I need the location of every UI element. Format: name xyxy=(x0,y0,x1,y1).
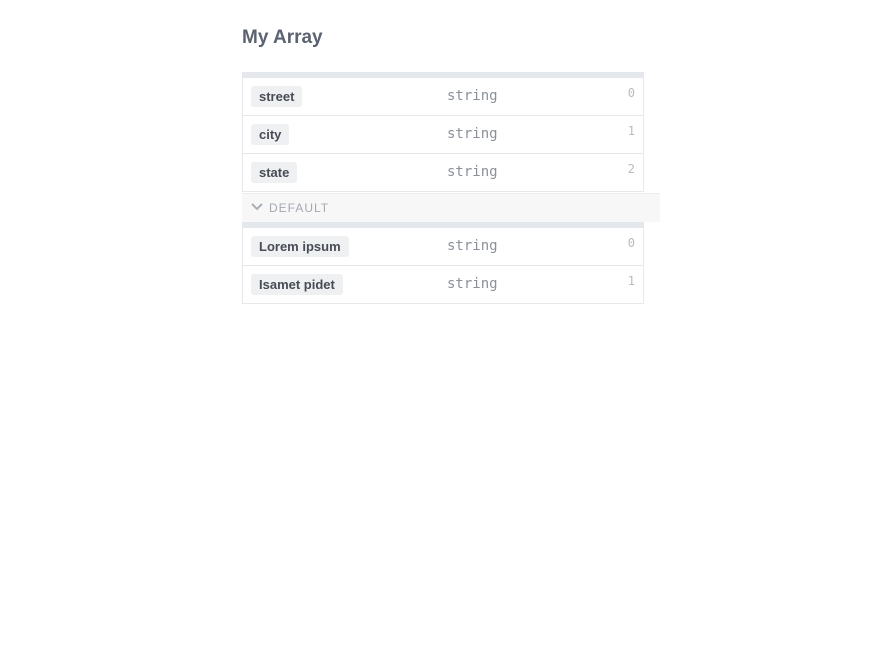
field-name-tag: Isamet pidet xyxy=(251,274,343,295)
field-type: string xyxy=(447,276,498,292)
array-group: street string 0 city string 1 state stri… xyxy=(242,72,644,192)
field-index: 0 xyxy=(627,236,635,250)
default-section-label: DEFAULT xyxy=(269,201,330,215)
field-type: string xyxy=(447,164,498,180)
field-index: 1 xyxy=(627,274,635,288)
field-type: string xyxy=(447,126,498,142)
table-row[interactable]: Lorem ipsum string 0 xyxy=(242,228,644,266)
field-name-tag: street xyxy=(251,86,303,107)
field-index: 1 xyxy=(627,124,635,138)
default-section-toggle[interactable]: DEFAULT xyxy=(242,193,660,222)
field-name-tag: Lorem ipsum xyxy=(251,236,349,257)
page-title: My Array xyxy=(242,27,323,48)
array-group: Lorem ipsum string 0 Isamet pidet string… xyxy=(242,222,644,304)
field-name-tag: city xyxy=(251,124,290,145)
table-row[interactable]: Isamet pidet string 1 xyxy=(242,266,644,304)
table-row[interactable]: city string 1 xyxy=(242,116,644,154)
field-index: 2 xyxy=(627,162,635,176)
field-name-tag: state xyxy=(251,162,298,183)
field-index: 0 xyxy=(627,86,635,100)
field-type: string xyxy=(447,88,498,104)
table-row[interactable]: street string 0 xyxy=(242,78,644,116)
chevron-down-icon xyxy=(251,200,263,215)
table-row[interactable]: state string 2 xyxy=(242,154,644,192)
field-type: string xyxy=(447,238,498,254)
